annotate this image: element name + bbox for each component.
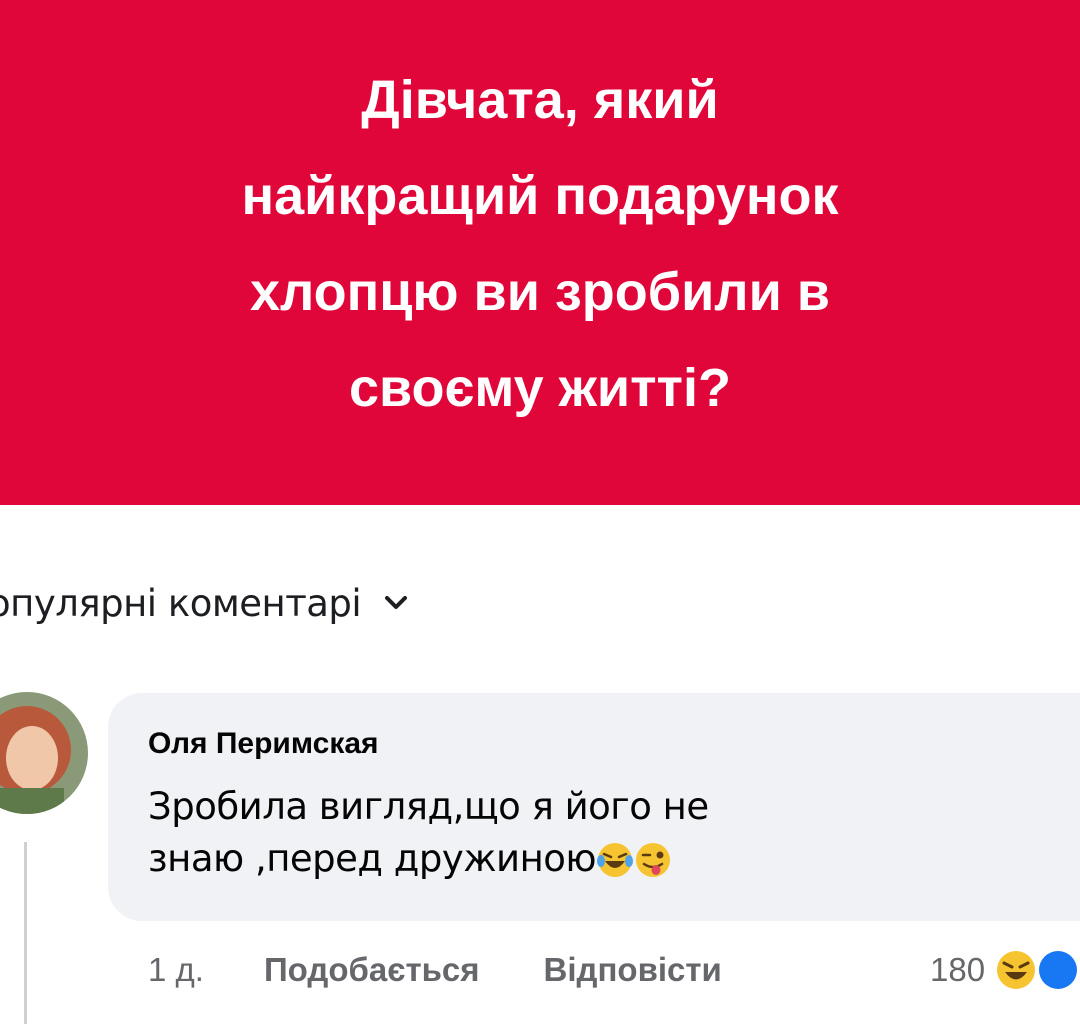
comment-text-line-2: знаю ,перед дружиною <box>148 833 908 885</box>
comment-text: Зробила вигляд,що я його не знаю ,перед … <box>148 781 908 885</box>
reply-button[interactable]: Відповісти <box>544 951 722 989</box>
comment-author[interactable]: Оля Перимская <box>148 727 379 761</box>
chevron-down-icon <box>383 590 409 616</box>
post-title: Дівчата, який найкращий подарунок хлопцю… <box>80 52 1000 436</box>
reaction-count: 180 <box>930 951 986 988</box>
haha-reaction-icon <box>995 949 1037 991</box>
comment-time[interactable]: 1 д. <box>148 951 204 989</box>
comment-text-line: Зробила вигляд,що я його не <box>148 785 709 828</box>
post-title-line: своєму житті? <box>349 358 731 418</box>
like-reaction-icon <box>1037 949 1079 991</box>
post-title-line: хлопцю ви зробили в <box>250 262 830 322</box>
comments-sort-label: опулярні коментарі <box>0 581 362 625</box>
post-banner: Дівчата, який найкращий подарунок хлопцю… <box>0 0 1080 505</box>
comments-sort-dropdown[interactable]: опулярні коментарі <box>0 578 409 628</box>
comment-text-line: знаю ,перед дружиною <box>148 837 597 880</box>
like-button[interactable]: Подобається <box>264 951 480 989</box>
avatar[interactable] <box>0 692 88 814</box>
comment-actions: 1 д. Подобається Відповісти <box>148 945 722 995</box>
winking-tongue-emoji-icon <box>634 841 672 879</box>
comment-bubble: Оля Перимская Зробила вигляд,що я його н… <box>108 693 1080 921</box>
reaction-summary[interactable]: 180 <box>930 945 1079 995</box>
thread-line <box>24 842 27 1024</box>
laughing-tears-emoji-icon <box>596 841 634 879</box>
post-title-line: Дівчата, який <box>361 70 719 130</box>
post-title-line: найкращий подарунок <box>241 166 839 226</box>
reaction-icons <box>995 949 1079 991</box>
